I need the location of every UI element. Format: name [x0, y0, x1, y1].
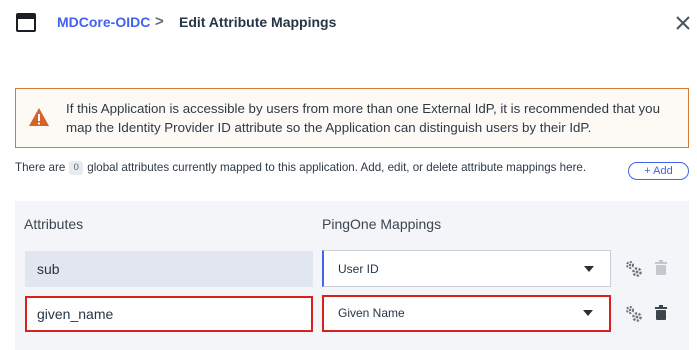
- gear-icon[interactable]: [624, 304, 644, 324]
- header-bar: MDCore-OIDC > Edit Attribute Mappings: [0, 0, 697, 46]
- add-button[interactable]: + Add: [628, 162, 689, 180]
- mapping-select-value: User ID: [338, 262, 379, 276]
- info-suffix: global attributes currently mapped to th…: [87, 161, 587, 174]
- app-window-icon: [16, 13, 36, 32]
- caret-down-icon: [584, 266, 594, 272]
- attributes-column-header: Attributes: [24, 216, 84, 232]
- attribute-field-sub: sub: [25, 251, 313, 287]
- warning-text: If this Application is accessible by use…: [66, 101, 660, 135]
- mapping-select-value: Given Name: [338, 306, 405, 320]
- mapping-select-user-id[interactable]: User ID: [322, 250, 611, 287]
- page-title: Edit Attribute Mappings: [179, 14, 337, 30]
- info-prefix: There are: [15, 161, 66, 174]
- mapping-select-given-name[interactable]: Given Name: [322, 295, 611, 332]
- global-count-badge: 0: [69, 161, 84, 175]
- caret-down-icon: [583, 310, 593, 316]
- app-breadcrumb-link[interactable]: MDCore-OIDC: [57, 14, 150, 30]
- warning-banner: If this Application is accessible by use…: [15, 88, 689, 148]
- row-actions: [624, 304, 674, 324]
- trash-icon[interactable]: [655, 305, 667, 320]
- gear-icon[interactable]: [624, 259, 644, 279]
- close-icon[interactable]: [673, 12, 693, 34]
- trash-icon[interactable]: [655, 260, 667, 275]
- mappings-column-header: PingOne Mappings: [322, 216, 442, 232]
- row-actions: [624, 259, 674, 279]
- warning-icon: [28, 106, 50, 128]
- mapping-info: There are 0 global attributes currently ma…: [15, 161, 586, 175]
- chevron-right-icon: >: [155, 13, 164, 30]
- attribute-field-given-name[interactable]: given_name: [25, 296, 313, 332]
